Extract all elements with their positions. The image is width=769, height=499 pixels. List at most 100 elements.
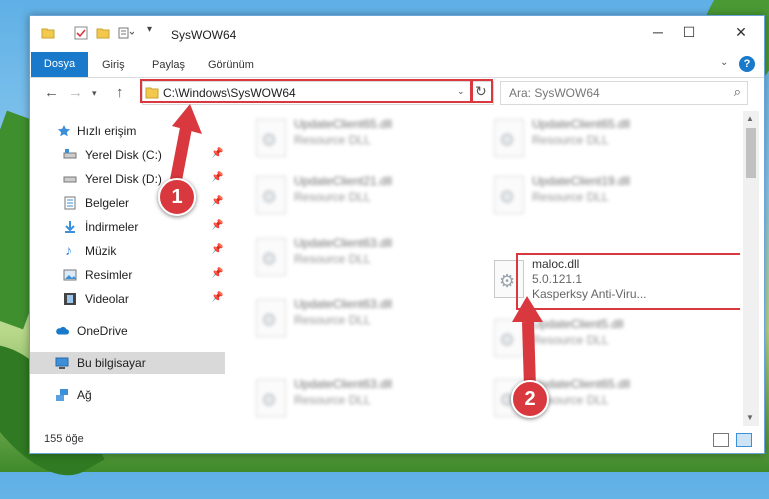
close-button[interactable]: ✕ [726,24,756,44]
sidebar-item-label: Yerel Disk (C:) [85,148,162,162]
sidebar-item-label: Belgeler [85,196,130,210]
pin-icon[interactable]: 📌 [211,244,223,255]
maximize-button[interactable]: ☐ [674,24,704,44]
sidebar-item-label: OneDrive [77,324,128,338]
music-icon: ♪ [65,242,72,258]
forward-button[interactable]: → [68,84,83,101]
dll-file-icon: ⚙ [494,319,524,357]
downloads-icon [65,221,75,233]
sidebar-item-label: Ağ [77,388,92,402]
pin-icon[interactable]: 📌 [211,196,223,207]
window-title: SysWOW64 [171,28,237,42]
file-name: UpdateClient63.dll [294,236,393,250]
file-list: ⚙ UpdateClient65.dll Resource DLL ⚙ Upda… [226,111,740,426]
file-tile[interactable]: ⚙ UpdateClient65.dll Resource DLL [250,113,470,165]
navigation-pane: Hızlı erişim Yerel Disk (C:) 📌 Yerel Dis… [30,111,225,426]
vertical-scrollbar[interactable]: ▲ ▼ [743,111,759,426]
sidebar-item-pictures[interactable]: Resimler 📌 [30,264,225,286]
gear-icon: ⚙ [499,330,516,350]
cloud-icon [56,326,69,335]
search-placeholder: Ara: SysWOW64 [509,86,600,100]
refresh-icon[interactable]: ↻ [475,83,487,100]
scroll-down-icon[interactable]: ▼ [746,413,754,422]
file-name: UpdateClient21.dll [294,174,393,188]
tab-file[interactable]: Dosya [31,52,88,77]
sidebar-item-label: Yerel Disk (D:) [85,172,162,186]
scrollbar-thumb[interactable] [746,128,756,178]
dll-file-icon: ⚙ [256,119,286,157]
file-tile[interactable]: ⚙ UpdateClient19.dll Resource DLL [488,170,708,222]
sidebar-item-onedrive[interactable]: OneDrive [30,320,225,342]
file-tile[interactable]: ⚙ UpdateClient63.dll Resource DLL [250,373,470,425]
file-name: UpdateClient63.dll [294,297,393,311]
file-tile[interactable]: ⚙ UpdateClient21.dll Resource DLL [250,170,470,222]
customize-icon[interactable] [118,26,134,40]
file-name: UpdateClient65.dll [532,377,631,391]
explorer-window: ▾ SysWOW64 ─ ☐ ✕ Dosya Giriş Paylaş Görü… [29,15,765,454]
videos-icon [64,293,76,305]
file-description: Resource DLL [294,133,371,147]
sidebar-item-label: Bu bilgisayar [77,356,146,370]
file-tile[interactable]: ⚙ UpdateClient63.dll Resource DLL [250,232,470,284]
pin-icon[interactable]: 📌 [211,268,223,279]
help-button[interactable]: ? [739,56,755,72]
computer-icon [55,357,69,369]
search-icon[interactable]: ⌕ [734,84,741,100]
gear-icon: ⚙ [261,390,278,410]
back-button[interactable]: ← [44,84,59,101]
sidebar-item-videos[interactable]: Videolar 📌 [30,288,225,310]
tab-home[interactable]: Giriş [102,56,125,75]
file-name: UpdateClient63.dll [294,377,393,391]
dll-file-icon: ⚙ [494,119,524,157]
scroll-up-icon[interactable]: ▲ [746,114,754,123]
file-tile[interactable]: ⚙ UpdateClient63.dll Resource DLL [250,293,470,345]
tiles-view-icon[interactable] [736,433,752,447]
sidebar-item-label: Videolar [85,292,129,306]
tab-share[interactable]: Paylaş [152,56,185,75]
drive-icon [63,149,77,159]
search-input[interactable]: Ara: SysWOW64 ⌕ [500,81,748,105]
documents-icon [64,196,76,210]
file-name: UpdateClient5.dll [532,317,624,331]
sidebar-item-music[interactable]: ♪ Müzik 📌 [30,240,225,262]
file-description: Resource DLL [294,313,371,327]
chevron-down-icon[interactable]: ▾ [147,24,152,35]
file-description: Resource DLL [532,333,609,347]
sidebar-item-downloads[interactable]: İndirmeler 📌 [30,216,225,238]
sidebar-item-this-pc[interactable]: Bu bilgisayar [30,352,225,374]
expand-ribbon-icon[interactable]: ⌄ [720,57,728,68]
sidebar-item-label: Müzik [85,244,117,258]
recent-locations-icon[interactable]: ▾ [92,88,97,99]
file-description: Resource DLL [532,133,609,147]
file-description: Resource DLL [294,393,371,407]
sidebar-item-network[interactable]: Ağ [30,384,225,406]
sidebar-item-label: Hızlı erişim [77,124,137,138]
address-highlight-box [140,79,472,103]
file-name: UpdateClient65.dll [532,117,631,131]
file-tile[interactable]: ⚙ UpdateClient65.dll Resource DLL [488,113,708,165]
pin-icon[interactable]: 📌 [211,148,223,159]
pin-icon[interactable]: 📌 [211,292,223,303]
sidebar-item-quick-access[interactable]: Hızlı erişim [30,120,225,142]
minimize-button[interactable]: ─ [643,24,673,44]
pin-icon[interactable]: 📌 [211,220,223,231]
drive-icon [63,176,77,183]
gear-icon: ⚙ [499,271,516,291]
pin-icon[interactable]: 📌 [211,172,223,183]
dll-file-icon: ⚙ [256,299,286,337]
sidebar-item-label: Resimler [85,268,133,282]
up-button[interactable]: ↑ [116,84,124,101]
gear-icon: ⚙ [261,187,278,207]
sidebar-item-drive-c[interactable]: Yerel Disk (C:) 📌 [30,144,225,166]
properties-icon[interactable] [74,26,88,40]
pictures-icon [63,269,77,281]
new-folder-icon[interactable] [96,26,110,40]
file-description: Resource DLL [294,190,371,204]
tab-view[interactable]: Görünüm [208,56,254,75]
gear-icon: ⚙ [499,187,516,207]
address-row: ← → ▾ ↑ C:\Windows\SysWOW64 ⌄ ↻ Ara: Sys… [30,78,764,108]
sidebar-item-drive-d[interactable]: Yerel Disk (D:) 📌 [30,168,225,190]
details-view-icon[interactable] [713,433,729,447]
file-tile[interactable]: ⚙ UpdateClient5.dll Resource DLL [488,313,708,365]
dll-file-icon: ⚙ [256,176,286,214]
